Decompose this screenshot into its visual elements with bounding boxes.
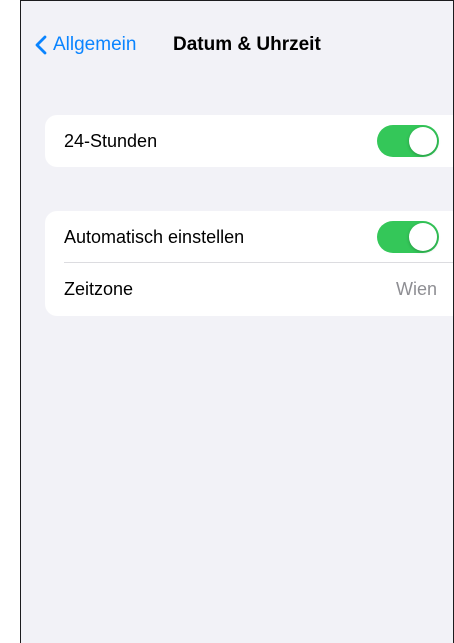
toggle-24-hour[interactable]: [377, 125, 439, 157]
back-button-label: Allgemein: [53, 34, 137, 55]
row-label-set-automatically: Automatisch einstellen: [64, 227, 245, 247]
row-24-hour: 24-Stunden: [45, 115, 453, 167]
row-set-automatically: Automatisch einstellen: [45, 211, 453, 263]
back-button[interactable]: Allgemein: [35, 34, 136, 56]
row-label-time-zone: Zeitzone: [64, 279, 134, 299]
toggle-knob: [409, 127, 437, 155]
settings-screen: Allgemein Datum & Uhrzeit 24-Stunden Aut…: [20, 0, 454, 643]
toggle-knob: [409, 223, 437, 251]
page-title: Datum & Uhrzeit: [173, 34, 321, 55]
chevron-left-icon: [35, 35, 47, 55]
toggle-set-automatically[interactable]: [377, 221, 439, 253]
settings-group-time-format: 24-Stunden: [45, 115, 453, 167]
time-zone-value: Wien: [395, 279, 437, 299]
settings-group-automatic: Automatisch einstellen Zeitzone Wien: [45, 211, 453, 316]
row-time-zone[interactable]: Zeitzone Wien: [45, 263, 453, 315]
row-label-24-hour: 24-Stunden: [64, 131, 158, 151]
navigation-bar: Allgemein Datum & Uhrzeit: [21, 1, 453, 87]
